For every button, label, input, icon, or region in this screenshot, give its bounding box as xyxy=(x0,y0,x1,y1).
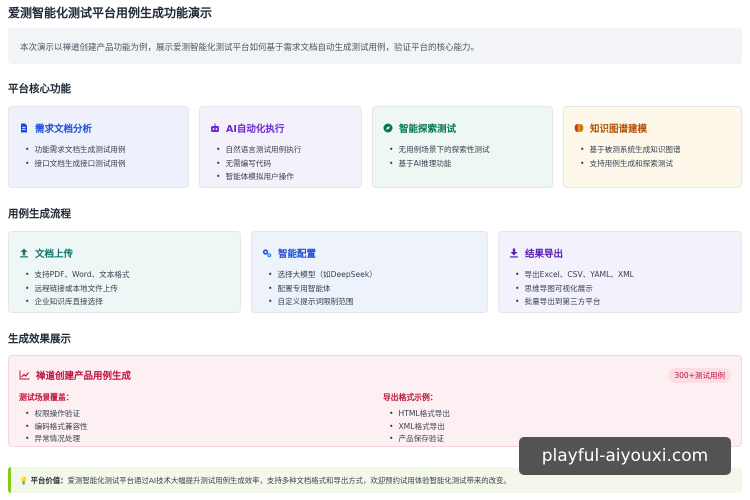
list-item: 无用例场景下的探索性测试 xyxy=(389,143,542,157)
list-item: 编码格式兼容性 xyxy=(25,421,87,434)
scenario-subtitle: 测试场景覆盖： xyxy=(19,393,74,402)
list-item: 智能体模拟用户操作 xyxy=(216,170,351,184)
card-title: 结果导出 xyxy=(525,249,564,260)
list-item: 无需编写代码 xyxy=(216,157,351,171)
gears-icon xyxy=(262,249,272,258)
core-card-doc-analysis: 需求文档分析 功能需求文档生成测试用例 接口文档生成接口测试用例 xyxy=(8,106,189,188)
export-subtitle: 导出格式示例： xyxy=(383,393,438,402)
value-label: 平台价值： xyxy=(30,476,68,485)
card-title: 智能探索测试 xyxy=(399,124,457,135)
intro-box: 本次演示以禅道创建产品功能为例，展示爱测智能化测试平台如何基于需求文档自动生成测… xyxy=(8,28,742,64)
result-demo-card: 禅道创建产品用例生成 300+测试用例 测试场景覆盖： 权限操作验证 编码格式兼… xyxy=(8,355,742,447)
list-item: 自定义提示词限制范围 xyxy=(268,295,477,309)
card-title: 需求文档分析 xyxy=(35,124,93,135)
demo-title: 禅道创建产品用例生成 xyxy=(36,371,132,382)
flow-card-config: 智能配置 选择大模型（如DeepSeek） 配置专用智能体 自定义提示词限制范围 xyxy=(251,231,488,313)
page-title: 爱测智能化测试平台用例生成功能演示 xyxy=(8,6,213,20)
download-icon xyxy=(510,248,518,258)
page: 爱测智能化测试平台用例生成功能演示 本次演示以禅道创建产品功能为例，展示爱测智能… xyxy=(0,0,750,500)
list-item: 选择大模型（如DeepSeek） xyxy=(268,268,477,282)
card-title: AI自动化执行 xyxy=(226,124,285,135)
flow-section-title: 用例生成流程 xyxy=(8,208,71,220)
brain-icon xyxy=(574,124,584,132)
card-title: 智能配置 xyxy=(278,249,317,260)
demo-title-row: 禅道创建产品用例生成 xyxy=(19,368,131,382)
list-item: 异常情况处理 xyxy=(25,433,88,446)
flow-card-export: 结果导出 导出Excel、CSV、YAML、XML 思维导图可视化展示 批量导出… xyxy=(498,231,742,313)
list-item: 支持PDF、Word、文本格式 xyxy=(25,268,230,282)
card-title: 文档上传 xyxy=(35,249,74,260)
list-item: 思维导图可视化展示 xyxy=(515,282,731,296)
compass-icon xyxy=(383,123,393,133)
document-icon xyxy=(21,123,27,133)
list-item: 基于AI推理功能 xyxy=(389,157,542,171)
list-item: 批量导出到第三方平台 xyxy=(515,295,731,309)
upload-icon xyxy=(20,248,28,258)
list-item: 功能需求文档生成测试用例 xyxy=(25,143,178,157)
list-item: 配置专用智能体 xyxy=(268,282,477,296)
card-title: 知识图谱建模 xyxy=(590,124,648,135)
core-card-ai-exec: AI自动化执行 自然语言测试用例执行 无需编写代码 智能体模拟用户操作 xyxy=(199,106,362,188)
chart-icon xyxy=(19,370,30,380)
list-item: 产品保存验证 xyxy=(389,433,450,446)
list-item: HTML格式导出 xyxy=(389,408,450,421)
value-text: 爱测智能化测试平台通过AI技术大幅提升测试用例生成效率，支持多种文档格式和导出方… xyxy=(67,476,511,485)
list-item: 自然语言测试用例执行 xyxy=(216,143,351,157)
list-item: 远程链接或本地文件上传 xyxy=(25,282,230,296)
core-section-title: 平台核心功能 xyxy=(8,83,71,95)
core-card-explore: 智能探索测试 无用例场景下的探索性测试 基于AI推理功能 xyxy=(372,106,553,188)
robot-icon xyxy=(211,123,219,132)
export-format-column: 导出格式示例： HTML格式导出 XML格式导出 产品保存验证 xyxy=(383,392,450,446)
list-item: 导出Excel、CSV、YAML、XML xyxy=(515,268,731,282)
case-count-badge: 300+测试用例 xyxy=(668,368,731,383)
list-item: 权限操作验证 xyxy=(25,408,88,421)
result-section-title: 生成效果展示 xyxy=(8,333,71,345)
scenario-column: 测试场景覆盖： 权限操作验证 编码格式兼容性 异常情况处理 xyxy=(19,392,88,446)
list-item: 企业知识库直接选择 xyxy=(25,295,230,309)
flow-card-upload: 文档上传 支持PDF、Word、文本格式 远程链接或本地文件上传 企业知识库直接… xyxy=(8,231,241,313)
list-item: 基于被测系统生成知识图谱 xyxy=(580,143,731,157)
list-item: 支持用例生成和探索测试 xyxy=(580,157,731,171)
list-item: XML格式导出 xyxy=(389,421,450,434)
lightbulb-icon: 💡 xyxy=(19,476,31,485)
watermark: playful-aiyouxi.com xyxy=(519,437,731,475)
core-card-knowledge-graph: 知识图谱建模 基于被测系统生成知识图谱 支持用例生成和探索测试 xyxy=(563,106,742,188)
list-item: 接口文档生成接口测试用例 xyxy=(25,157,178,171)
